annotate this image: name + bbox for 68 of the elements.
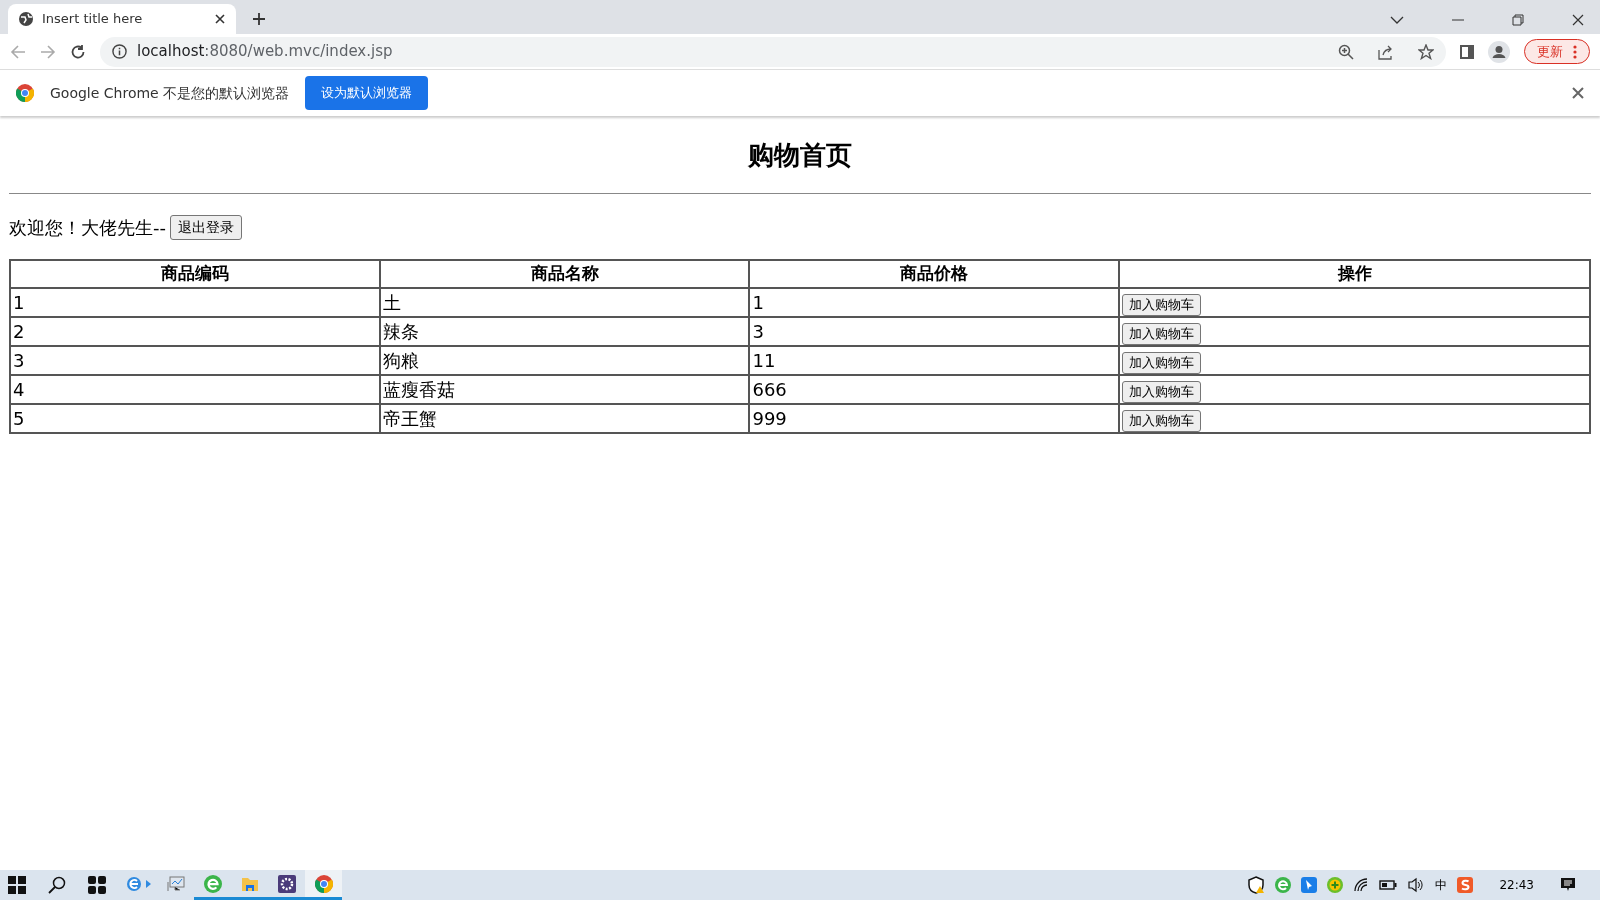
infobar-message: Google Chrome 不是您的默认浏览器 (50, 83, 290, 103)
table-cell: 2 (10, 317, 380, 347)
notification-icon[interactable] (1560, 877, 1576, 893)
logout-button[interactable]: 退出登录 (170, 215, 242, 241)
chrome-icon (314, 874, 333, 893)
table-cell: 3 (10, 346, 380, 376)
profile-avatar-icon[interactable] (1488, 40, 1510, 63)
close-icon[interactable] (214, 13, 226, 25)
page-heading: 购物首页 (747, 140, 853, 172)
chevron-down-icon[interactable] (1390, 15, 1404, 25)
column-header: 商品名称 (379, 260, 750, 289)
browser-e-icon[interactable] (1275, 877, 1292, 893)
close-icon[interactable] (1572, 87, 1584, 99)
new-tab-icon[interactable] (252, 12, 266, 26)
table-cell: 1 (749, 288, 1120, 318)
column-header: 操作 (1119, 260, 1590, 289)
table-cell: 11 (749, 346, 1120, 376)
shield-warning-icon[interactable] (1247, 876, 1266, 894)
update-button[interactable]: 更新 (1524, 38, 1590, 65)
chrome-logo-icon (16, 84, 34, 102)
column-header: 商品价格 (749, 260, 1120, 289)
share-icon[interactable] (1378, 43, 1394, 60)
add-to-cart-button[interactable]: 加入购物车 (1122, 294, 1202, 316)
speaker-icon[interactable] (1407, 877, 1426, 893)
set-default-button[interactable]: 设为默认浏览器 (305, 76, 429, 110)
input-method-indicator[interactable]: 中 (1435, 876, 1448, 894)
ie-browser-icon (125, 875, 152, 892)
welcome-text: 欢迎您！大佬先生-- (9, 216, 166, 241)
table-cell: 666 (749, 375, 1120, 405)
table-cell: 狗粮 (379, 346, 750, 376)
taskbar-app-button[interactable] (305, 870, 342, 900)
sogou-s-icon[interactable] (1457, 877, 1474, 893)
windows-start-icon[interactable] (8, 876, 26, 894)
reload-icon[interactable] (70, 43, 86, 60)
add-to-cart-button[interactable]: 加入购物车 (1122, 381, 1202, 403)
widgets-icon[interactable] (88, 876, 106, 894)
address-bar[interactable]: localhost:8080/web.mvc/index.jsp (100, 36, 1446, 67)
table-cell: 帝王蟹 (379, 404, 750, 434)
table-cell: 999 (749, 404, 1120, 434)
folder-icon (240, 875, 259, 892)
close-icon[interactable] (1572, 14, 1584, 26)
more-icon (1573, 44, 1577, 59)
gear-icon (277, 874, 296, 893)
browser-tab[interactable]: Insert title here (8, 4, 236, 34)
table-cell: 辣条 (379, 317, 750, 347)
add-to-cart-button[interactable]: 加入购物车 (1122, 410, 1202, 432)
wifi-icon[interactable] (1353, 877, 1370, 893)
table-cell: 3 (749, 317, 1120, 347)
battery-icon[interactable] (1379, 879, 1398, 891)
info-icon (112, 44, 127, 59)
clock-time[interactable]: 22:43 (1499, 876, 1534, 894)
plus-circle-icon[interactable] (1327, 877, 1344, 893)
restore-icon[interactable] (1512, 14, 1524, 26)
side-panel-icon[interactable] (1460, 44, 1474, 59)
column-header: 商品编码 (10, 260, 380, 289)
add-to-cart-button[interactable]: 加入购物车 (1122, 323, 1202, 345)
pointer-app-icon[interactable] (1301, 877, 1318, 893)
monitor-chart-icon (166, 875, 185, 892)
zoom-in-icon[interactable] (1338, 43, 1354, 60)
table-cell: 土 (379, 288, 750, 318)
table-cell: 4 (10, 375, 380, 405)
table-cell: 1 (10, 288, 380, 318)
table-cell: 5 (10, 404, 380, 434)
add-to-cart-button[interactable]: 加入购物车 (1122, 352, 1202, 374)
search-icon[interactable] (48, 876, 66, 894)
browser-e-icon (203, 874, 222, 893)
star-icon[interactable] (1418, 43, 1434, 60)
table-cell: 蓝瘦香菇 (379, 375, 750, 405)
